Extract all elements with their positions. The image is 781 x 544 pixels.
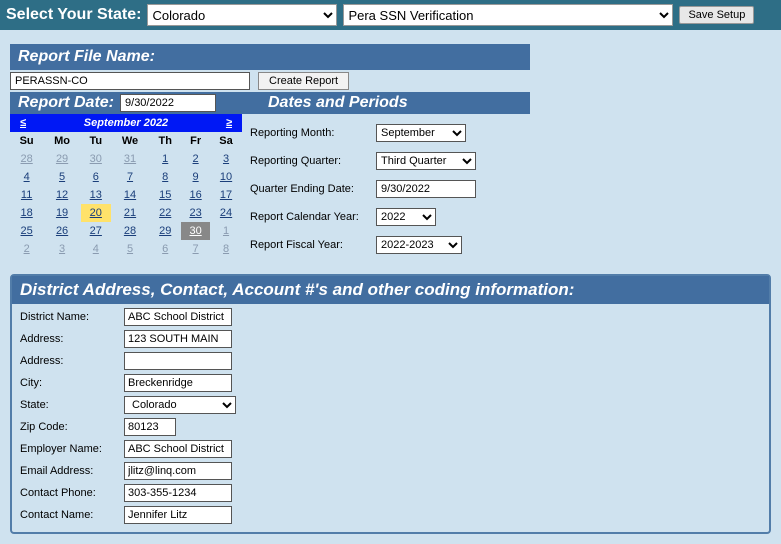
cal-day[interactable]: 20 (81, 204, 111, 222)
calendar-year-select[interactable]: 2022 (376, 208, 436, 226)
cal-prev[interactable]: ≤ (10, 117, 36, 129)
cal-day[interactable]: 3 (210, 150, 242, 168)
state-field-select[interactable]: Colorado (124, 396, 236, 414)
phone-label: Contact Phone: (20, 487, 118, 499)
cal-day[interactable]: 28 (10, 150, 43, 168)
cal-day[interactable]: 9 (181, 168, 210, 186)
cal-dow-header: Mo (43, 132, 81, 150)
topbar: Select Your State: Colorado Pera SSN Ver… (0, 0, 781, 30)
cal-day[interactable]: 1 (149, 150, 181, 168)
cal-day[interactable]: 4 (81, 240, 111, 258)
dates-periods-header: Dates and Periods (260, 92, 530, 114)
cal-day[interactable]: 16 (181, 186, 210, 204)
district-panel: District Address, Contact, Account #'s a… (10, 274, 771, 534)
zip-label: Zip Code: (20, 421, 118, 433)
cal-day[interactable]: 5 (43, 168, 81, 186)
state-field-label: State: (20, 399, 118, 411)
cal-day[interactable]: 8 (149, 168, 181, 186)
cal-day[interactable]: 19 (43, 204, 81, 222)
quarter-ending-input[interactable] (376, 180, 476, 198)
contact-name-label: Contact Name: (20, 509, 118, 521)
cal-day[interactable]: 8 (210, 240, 242, 258)
cal-dow-header: Th (149, 132, 181, 150)
reporting-month-label: Reporting Month: (250, 127, 370, 139)
cal-day[interactable]: 27 (81, 222, 111, 240)
cal-day[interactable]: 12 (43, 186, 81, 204)
cal-day[interactable]: 1 (210, 222, 242, 240)
cal-day[interactable]: 7 (111, 168, 150, 186)
cal-day[interactable]: 13 (81, 186, 111, 204)
district-header: District Address, Contact, Account #'s a… (12, 276, 769, 304)
cal-day[interactable]: 7 (181, 240, 210, 258)
email-input[interactable] (124, 462, 232, 480)
calendar-grid: SuMoTuWeThFrSa 2829303112345678910111213… (10, 132, 242, 258)
reporting-quarter-label: Reporting Quarter: (250, 155, 370, 167)
cal-day[interactable]: 28 (111, 222, 150, 240)
contact-name-input[interactable] (124, 506, 232, 524)
cal-day[interactable]: 26 (43, 222, 81, 240)
cal-dow-header: Sa (210, 132, 242, 150)
cal-day[interactable]: 23 (181, 204, 210, 222)
city-label: City: (20, 377, 118, 389)
reporting-quarter-select[interactable]: Third Quarter (376, 152, 476, 170)
employer-label: Employer Name: (20, 443, 118, 455)
cal-day[interactable]: 22 (149, 204, 181, 222)
calendar: ≤ September 2022 ≥ SuMoTuWeThFrSa 282930… (10, 114, 242, 258)
cal-day[interactable]: 6 (81, 168, 111, 186)
cal-dow-header: Fr (181, 132, 210, 150)
report-select[interactable]: Pera SSN Verification (343, 4, 673, 26)
cal-day[interactable]: 25 (10, 222, 43, 240)
create-report-button[interactable]: Create Report (258, 72, 349, 90)
cal-day[interactable]: 6 (149, 240, 181, 258)
cal-day[interactable]: 29 (149, 222, 181, 240)
cal-day[interactable]: 21 (111, 204, 150, 222)
cal-day[interactable]: 5 (111, 240, 150, 258)
report-date-header: Report Date: (18, 94, 114, 112)
quarter-ending-label: Quarter Ending Date: (250, 183, 370, 195)
cal-day[interactable]: 15 (149, 186, 181, 204)
address2-label: Address: (20, 355, 118, 367)
main-panel: Report File Name: Create Report Report D… (0, 30, 781, 544)
employer-input[interactable] (124, 440, 232, 458)
cal-day[interactable]: 11 (10, 186, 43, 204)
zip-input[interactable] (124, 418, 176, 436)
cal-day[interactable]: 24 (210, 204, 242, 222)
address1-input[interactable] (124, 330, 232, 348)
state-label: Select Your State: (6, 6, 141, 24)
cal-month-title: September 2022 (84, 117, 168, 129)
report-date-input[interactable] (120, 94, 216, 112)
address1-label: Address: (20, 333, 118, 345)
city-input[interactable] (124, 374, 232, 392)
filename-header: Report File Name: (10, 44, 530, 70)
cal-day[interactable]: 3 (43, 240, 81, 258)
fiscal-year-label: Report Fiscal Year: (250, 239, 370, 251)
reporting-month-select[interactable]: September (376, 124, 466, 142)
cal-day[interactable]: 17 (210, 186, 242, 204)
state-select[interactable]: Colorado (147, 4, 337, 26)
calendar-year-label: Report Calendar Year: (250, 211, 370, 223)
cal-dow-header: Tu (81, 132, 111, 150)
cal-day[interactable]: 10 (210, 168, 242, 186)
district-name-input[interactable] (124, 308, 232, 326)
cal-day[interactable]: 31 (111, 150, 150, 168)
cal-day[interactable]: 2 (10, 240, 43, 258)
district-name-label: District Name: (20, 311, 118, 323)
cal-day[interactable]: 14 (111, 186, 150, 204)
address2-input[interactable] (124, 352, 232, 370)
cal-day[interactable]: 2 (181, 150, 210, 168)
filename-input[interactable] (10, 72, 250, 90)
cal-day[interactable]: 30 (81, 150, 111, 168)
cal-dow-header: We (111, 132, 150, 150)
cal-next[interactable]: ≥ (216, 117, 242, 129)
save-setup-button[interactable]: Save Setup (679, 6, 754, 24)
cal-day[interactable]: 30 (181, 222, 210, 240)
cal-day[interactable]: 29 (43, 150, 81, 168)
cal-day[interactable]: 18 (10, 204, 43, 222)
email-label: Email Address: (20, 465, 118, 477)
cal-dow-header: Su (10, 132, 43, 150)
phone-input[interactable] (124, 484, 232, 502)
fiscal-year-select[interactable]: 2022-2023 (376, 236, 462, 254)
cal-day[interactable]: 4 (10, 168, 43, 186)
